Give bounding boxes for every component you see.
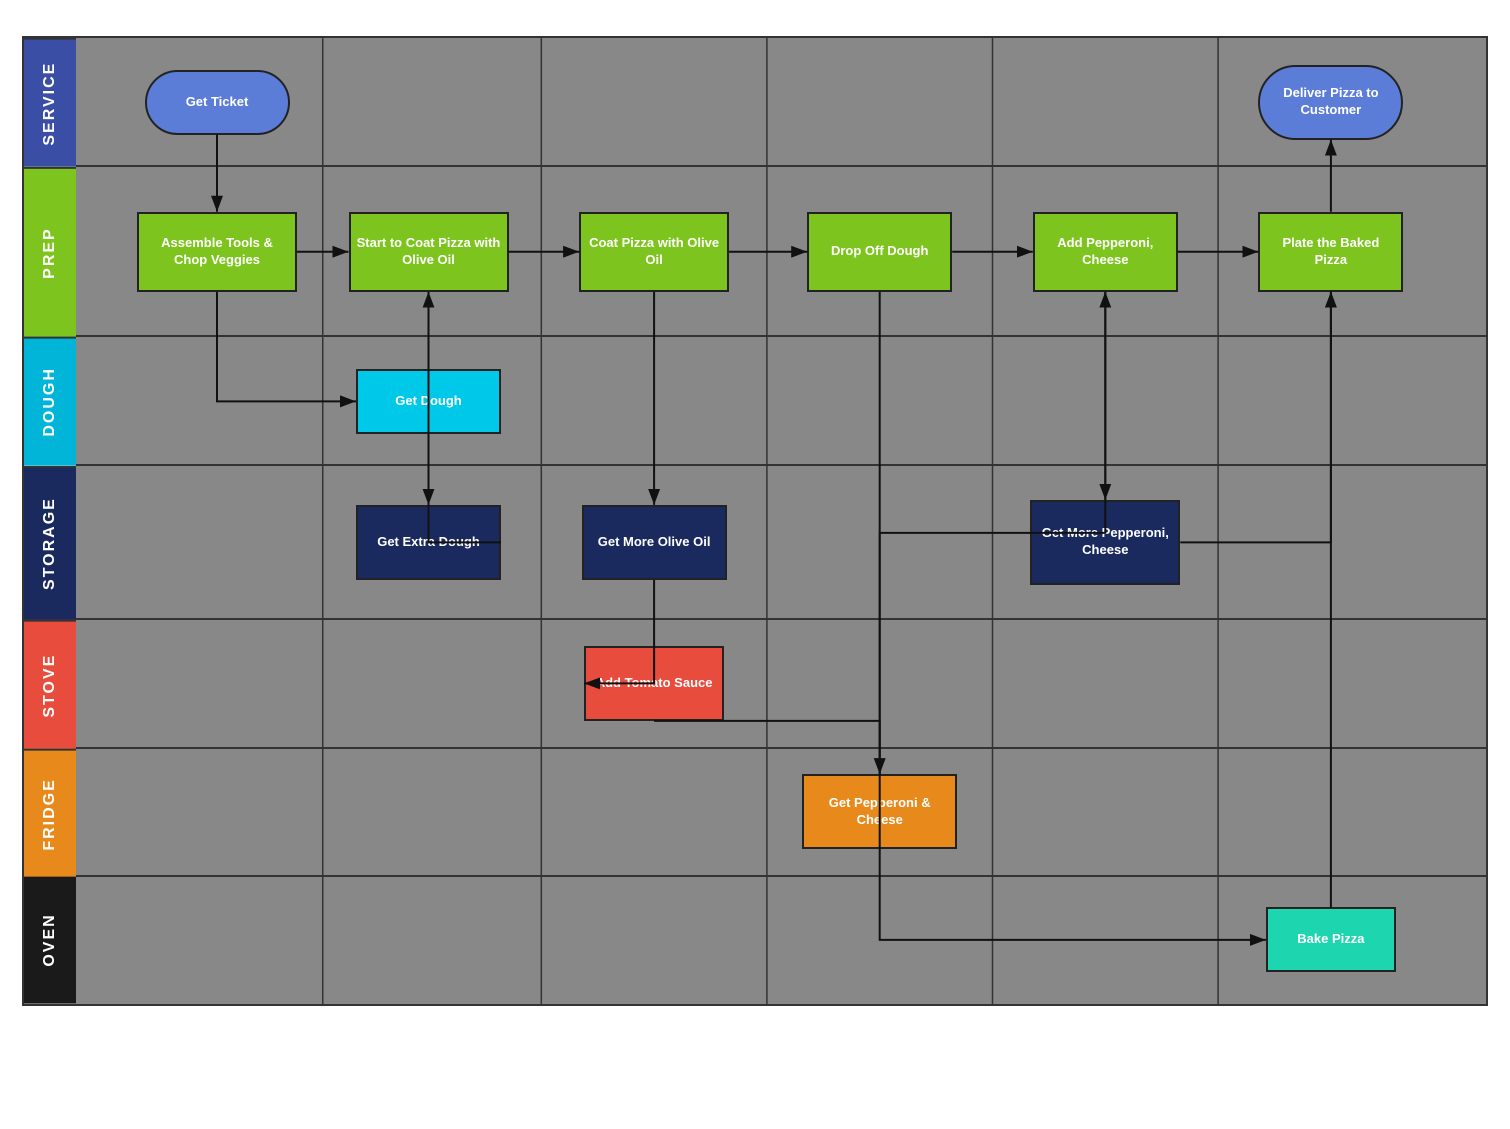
lane-oven <box>76 877 1486 1004</box>
lane-prep <box>76 167 1486 338</box>
lanes-content: Get TicketAssemble Tools & Chop VeggiesS… <box>76 38 1486 1004</box>
diagram: SERVICE PREP DOUGH STORAGE STOVE FRIDGE … <box>22 36 1488 1006</box>
lane-fridge <box>76 749 1486 878</box>
page: SERVICE PREP DOUGH STORAGE STOVE FRIDGE … <box>0 0 1510 1129</box>
lane-stove <box>76 620 1486 749</box>
lane-label-stove: STOVE <box>24 620 76 749</box>
lane-label-prep: PREP <box>24 167 76 338</box>
lane-label-storage: STORAGE <box>24 466 76 620</box>
lane-labels: SERVICE PREP DOUGH STORAGE STOVE FRIDGE … <box>24 38 76 1004</box>
lane-dough <box>76 337 1486 466</box>
lane-label-fridge: FRIDGE <box>24 749 76 878</box>
lane-label-service: SERVICE <box>24 38 76 167</box>
lane-label-oven: OVEN <box>24 877 76 1004</box>
lane-service <box>76 38 1486 167</box>
lane-storage <box>76 466 1486 620</box>
header <box>22 18 1488 26</box>
lane-label-dough: DOUGH <box>24 337 76 466</box>
